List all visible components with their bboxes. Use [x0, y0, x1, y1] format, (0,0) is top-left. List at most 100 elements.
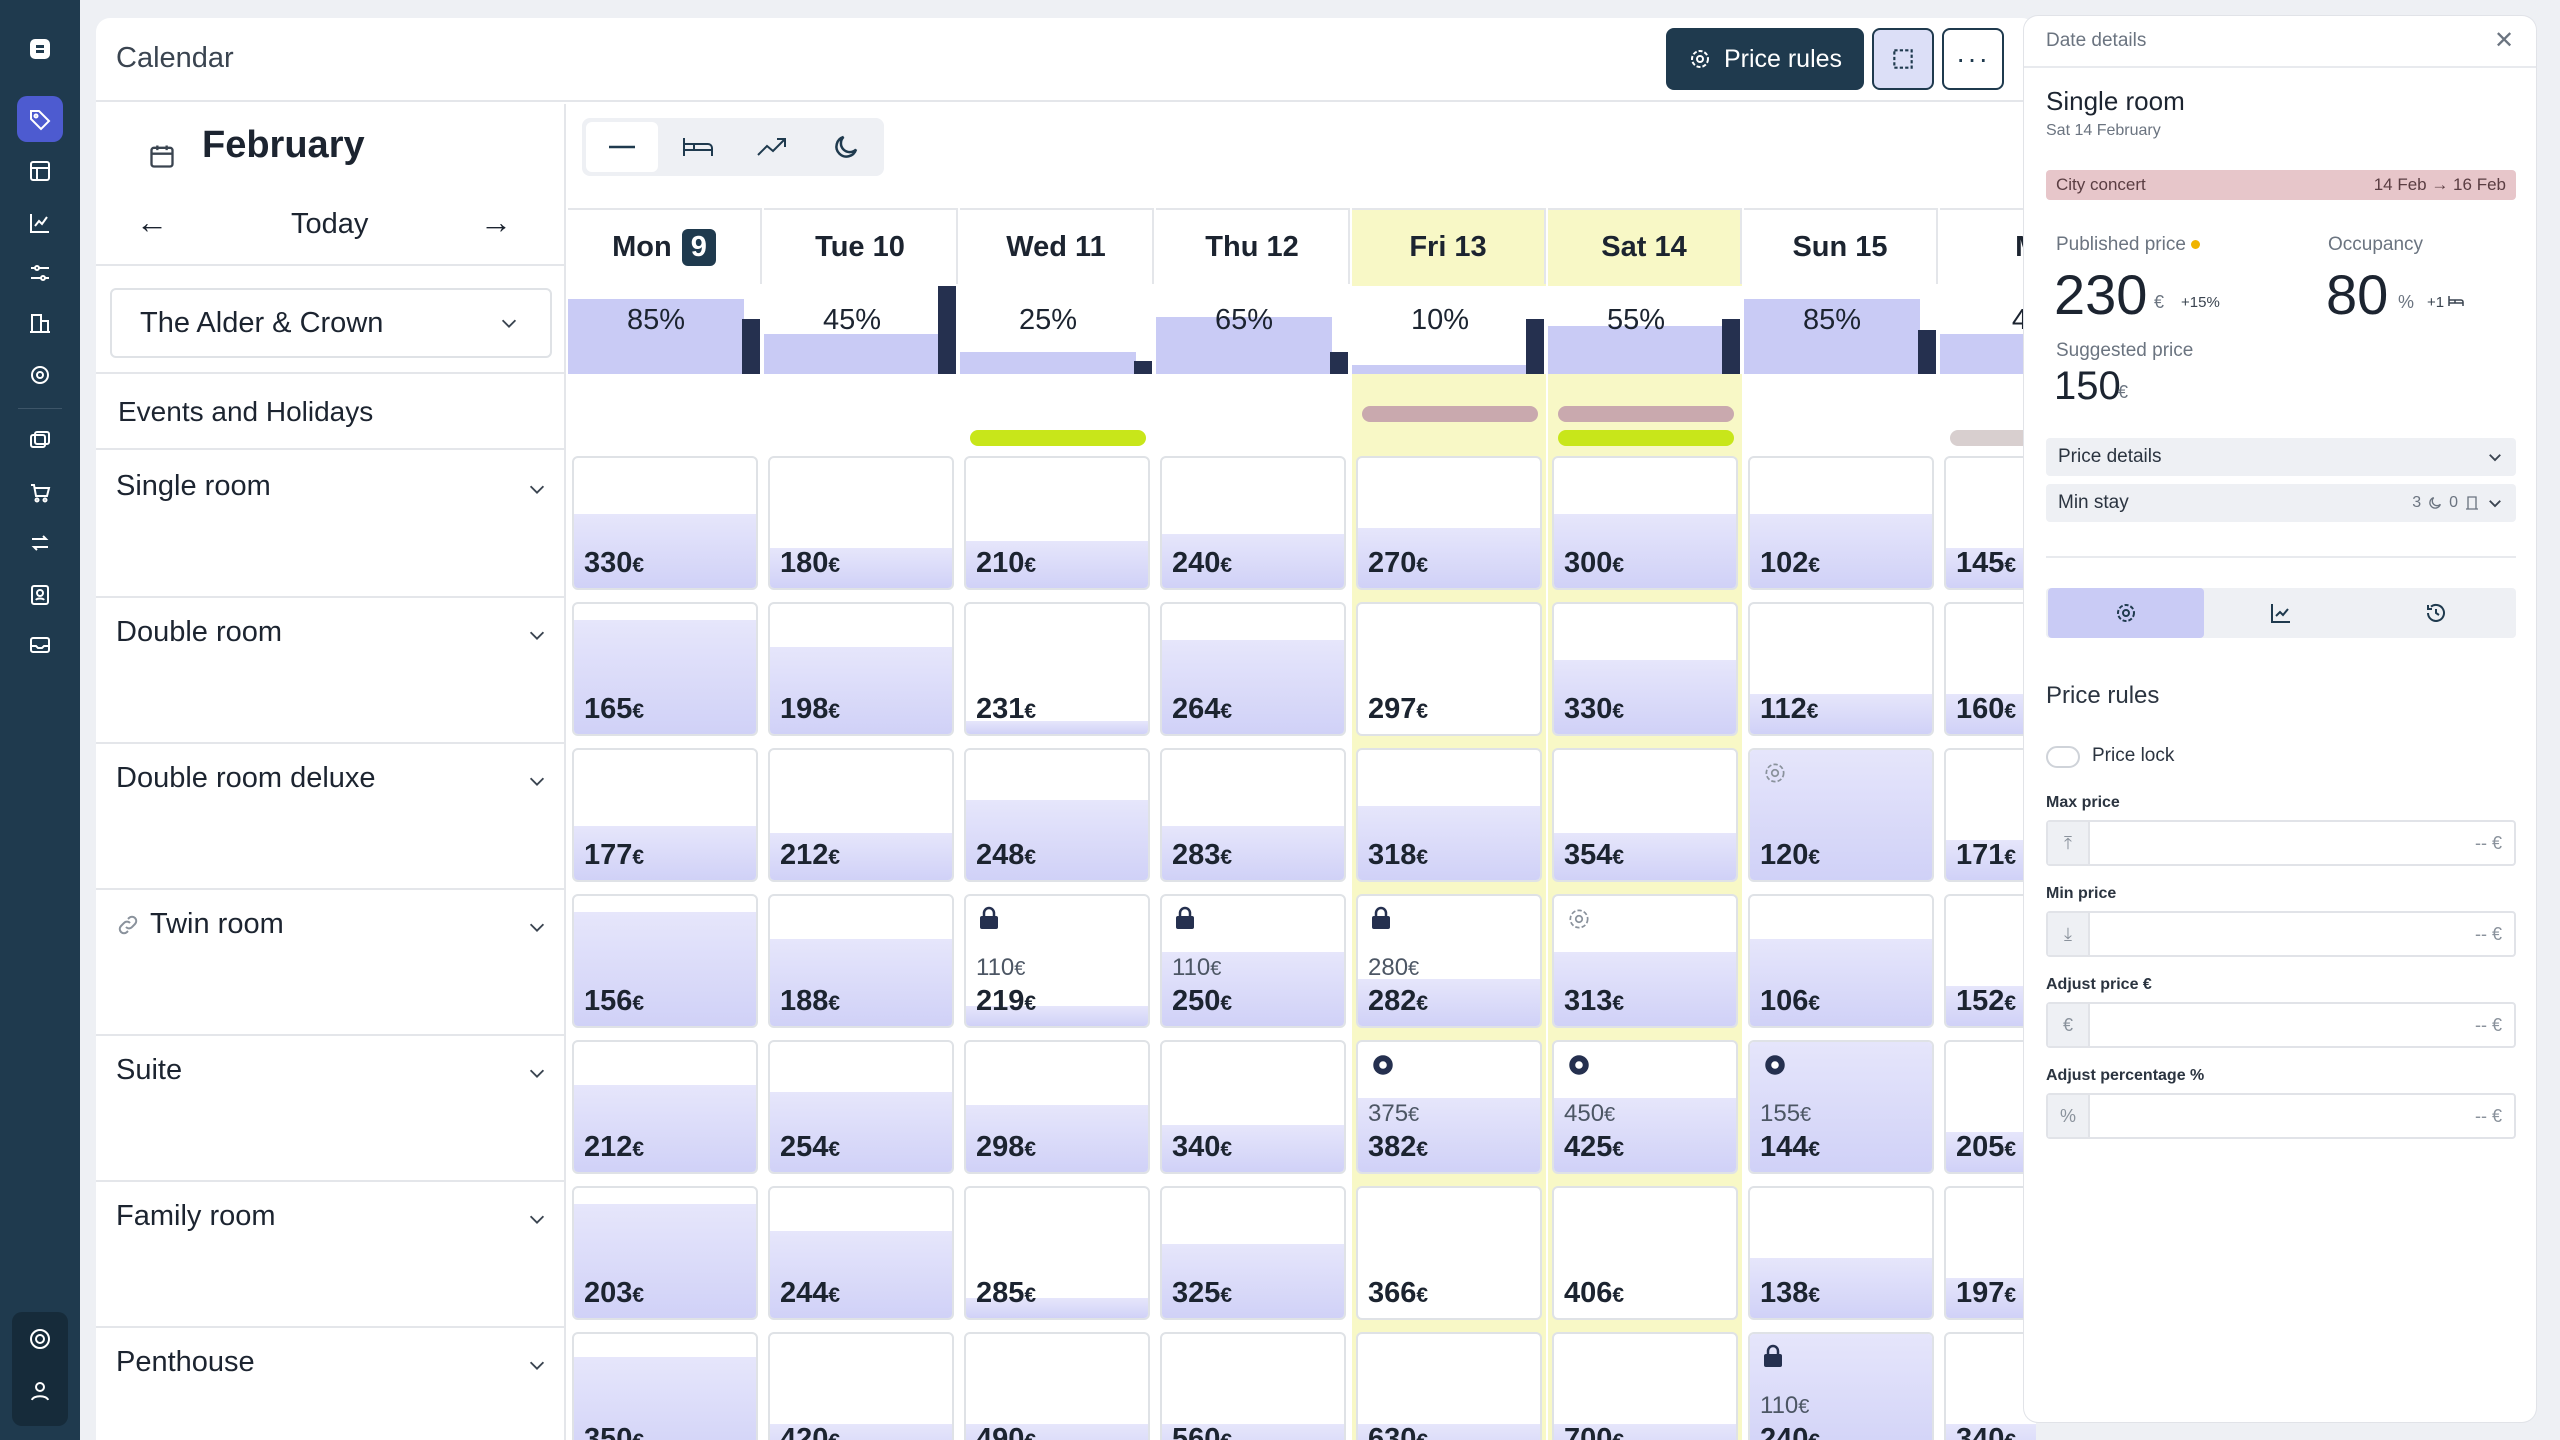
price-cell[interactable]: 490€ [964, 1332, 1150, 1440]
price-cell[interactable]: 160€ [1944, 602, 2036, 736]
room-row[interactable]: Family room [96, 1182, 566, 1328]
price-rule-input[interactable]: ⤒ -- € [2046, 820, 2516, 866]
price-cell[interactable]: 177€ [572, 748, 758, 882]
room-row[interactable]: Double room [96, 598, 566, 744]
price-cell[interactable]: 354€ [1552, 748, 1738, 882]
price-rule-input[interactable]: ⤓ -- € [2046, 911, 2516, 957]
price-cell[interactable]: 203€ [572, 1186, 758, 1320]
price-cell[interactable]: 110€ 250€ [1160, 894, 1346, 1028]
occupancy-cell[interactable]: 65% [1156, 286, 1350, 374]
price-cell[interactable]: 254€ [768, 1040, 954, 1174]
price-cell[interactable]: 212€ [768, 748, 954, 882]
help-lifebuoy-icon[interactable] [17, 1316, 63, 1362]
price-cell[interactable]: 152€ [1944, 894, 2036, 1028]
price-cell[interactable]: 210€ [964, 456, 1150, 590]
today-button[interactable]: Today [291, 208, 368, 241]
price-cell[interactable]: 231€ [964, 602, 1150, 736]
settings-gear-icon[interactable] [17, 352, 63, 398]
price-cell[interactable]: 340€ [1944, 1332, 2036, 1440]
day-header[interactable]: Tue 10 [764, 208, 958, 284]
event-pill[interactable] [1558, 430, 1734, 446]
price-cell[interactable]: 450€ 425€ [1552, 1040, 1738, 1174]
chevron-down-icon[interactable] [526, 1208, 548, 1230]
room-row[interactable]: Suite [96, 1036, 566, 1182]
event-banner[interactable]: City concert 14 Feb → 16 Feb [2046, 170, 2516, 200]
occupancy-cell[interactable]: 85% [1744, 286, 1938, 374]
price-cell[interactable]: 340€ [1160, 1040, 1346, 1174]
price-cell[interactable]: 330€ [572, 456, 758, 590]
price-cell[interactable]: 350€ [572, 1332, 758, 1440]
price-cell[interactable]: 375€ 382€ [1356, 1040, 1542, 1174]
day-header[interactable]: Thu 12 [1156, 208, 1350, 284]
price-rules-button[interactable]: Price rules [1666, 28, 1864, 90]
analytics-chart-icon[interactable] [17, 200, 63, 246]
price-cell[interactable]: 298€ [964, 1040, 1150, 1174]
day-header[interactable]: Mo [1940, 208, 2036, 284]
mail-icon[interactable] [17, 622, 63, 668]
price-rule-input[interactable]: € -- € [2046, 1002, 2516, 1048]
price-cell[interactable]: 171€ [1944, 748, 2036, 882]
price-cell[interactable]: 244€ [768, 1186, 954, 1320]
price-rule-input[interactable]: % -- € [2046, 1093, 2516, 1139]
price-cell[interactable]: 270€ [1356, 456, 1542, 590]
user-account-icon[interactable] [17, 1368, 63, 1414]
sync-arrows-icon[interactable] [17, 520, 63, 566]
next-arrow-icon[interactable]: → [480, 204, 512, 241]
price-cell[interactable]: 205€ [1944, 1040, 2036, 1174]
price-cell[interactable]: 248€ [964, 748, 1150, 882]
price-cell[interactable]: 560€ [1160, 1332, 1346, 1440]
price-details-dropdown[interactable]: Price details [2046, 438, 2516, 476]
day-header[interactable]: Mon 9 [568, 208, 762, 284]
sliders-icon[interactable] [17, 250, 63, 296]
occupancy-cell[interactable]: 45% [764, 286, 958, 374]
price-cell[interactable]: 406€ [1552, 1186, 1738, 1320]
occupancy-cell[interactable]: 10% [1352, 286, 1546, 374]
price-cell[interactable]: 325€ [1160, 1186, 1346, 1320]
contacts-icon[interactable] [17, 572, 63, 618]
price-cell[interactable]: 120€ [1748, 748, 1934, 882]
day-header[interactable]: Fri 13 [1352, 208, 1546, 284]
price-cell[interactable]: 197€ [1944, 1186, 2036, 1320]
room-row[interactable]: Penthouse [96, 1328, 566, 1440]
app-logo-icon[interactable] [17, 26, 63, 72]
price-cell[interactable]: 112€ [1748, 602, 1934, 736]
occupancy-cell[interactable]: 55% [1548, 286, 1742, 374]
price-cell[interactable]: 145€ [1944, 456, 2036, 590]
chevron-down-icon[interactable] [526, 478, 548, 500]
price-cell[interactable]: 102€ [1748, 456, 1934, 590]
price-cell[interactable]: 165€ [572, 602, 758, 736]
price-cell[interactable]: 280€ 282€ [1356, 894, 1542, 1028]
price-cell[interactable]: 366€ [1356, 1186, 1542, 1320]
close-icon[interactable]: ✕ [2494, 26, 2514, 55]
price-cell[interactable]: 106€ [1748, 894, 1934, 1028]
price-cell[interactable]: 330€ [1552, 602, 1738, 736]
building-icon[interactable] [17, 300, 63, 346]
previous-arrow-icon[interactable]: ← [136, 204, 168, 241]
rules-tab[interactable] [2048, 588, 2204, 638]
price-cell[interactable]: 630€ [1356, 1332, 1542, 1440]
room-row[interactable]: Double room deluxe [96, 744, 566, 890]
event-pill[interactable] [1558, 406, 1734, 422]
price-cell[interactable]: 420€ [768, 1332, 954, 1440]
chevron-down-icon[interactable] [526, 624, 548, 646]
room-row[interactable]: Single room [96, 452, 566, 598]
chart-tab[interactable] [2203, 588, 2359, 638]
price-cell[interactable]: 156€ [572, 894, 758, 1028]
day-header[interactable]: Sat 14 [1548, 208, 1742, 284]
price-cell[interactable]: 283€ [1160, 748, 1346, 882]
min-stay-dropdown[interactable]: Min stay 3 0 [2046, 484, 2516, 522]
event-pill[interactable] [1362, 406, 1538, 422]
price-cell[interactable]: 240€ [1160, 456, 1346, 590]
occupancy-cell[interactable]: 85% [568, 286, 762, 374]
history-tab[interactable] [2358, 588, 2514, 638]
price-cell[interactable]: 212€ [572, 1040, 758, 1174]
price-cell[interactable]: 110€ 219€ [964, 894, 1150, 1028]
event-pill[interactable] [970, 430, 1146, 446]
hotel-selector[interactable]: The Alder & Crown [110, 288, 552, 358]
layout-icon[interactable] [17, 148, 63, 194]
occupancy-cell[interactable]: 45 [1940, 286, 2036, 374]
channels-icon[interactable] [17, 418, 63, 464]
price-cell[interactable]: 188€ [768, 894, 954, 1028]
cart-icon[interactable] [17, 470, 63, 516]
price-cell[interactable]: 155€ 144€ [1748, 1040, 1934, 1174]
